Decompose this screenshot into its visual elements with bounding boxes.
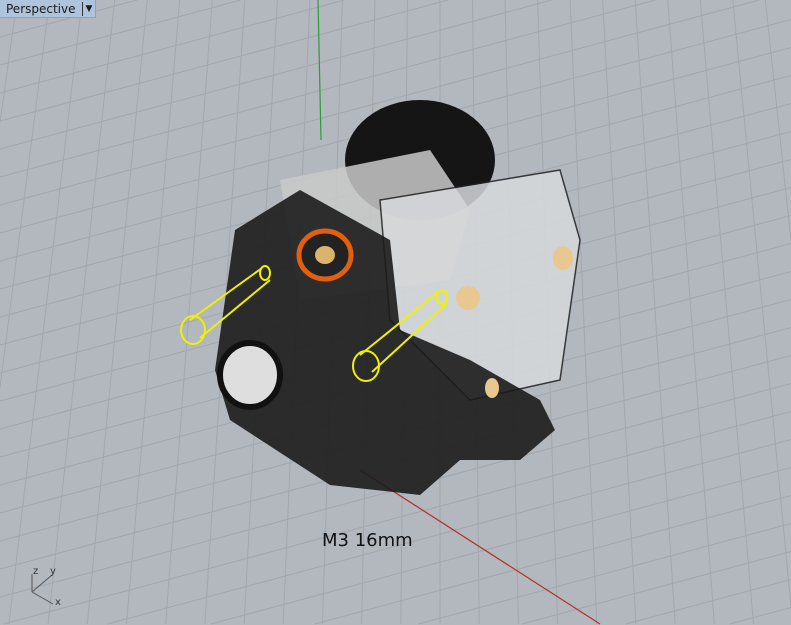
brass-insert — [485, 378, 499, 398]
brass-gear — [315, 246, 335, 264]
viewport-name: Perspective — [6, 1, 76, 16]
grid-line — [0, 0, 656, 178]
bearing — [217, 340, 283, 410]
grid-line — [764, 0, 791, 241]
brass-insert — [456, 286, 480, 310]
annotation-text: M3 16mm — [322, 530, 413, 551]
axis-gizmo — [31, 574, 54, 605]
grid-line — [47, 0, 116, 625]
grid-line — [86, 0, 148, 625]
grid-line — [125, 0, 181, 625]
extruder-model[interactable] — [180, 100, 581, 495]
grid-line — [210, 466, 791, 625]
dropdown-arrow-icon[interactable]: ▼ — [81, 1, 96, 16]
grid-line — [667, 0, 715, 625]
axis-label-z: z — [33, 566, 39, 577]
grid-line — [729, 606, 791, 625]
axis-label-y: y — [50, 566, 56, 577]
brass-insert — [553, 246, 573, 270]
grid-line — [314, 494, 791, 625]
grid-line — [0, 0, 449, 122]
grid-line — [569, 0, 598, 625]
grid-line — [732, 0, 791, 607]
grid-line — [625, 578, 791, 625]
grid-line — [418, 522, 791, 625]
axis-label-x: x — [55, 597, 61, 608]
viewport-title-tab[interactable]: Perspective ▼ — [0, 0, 97, 18]
